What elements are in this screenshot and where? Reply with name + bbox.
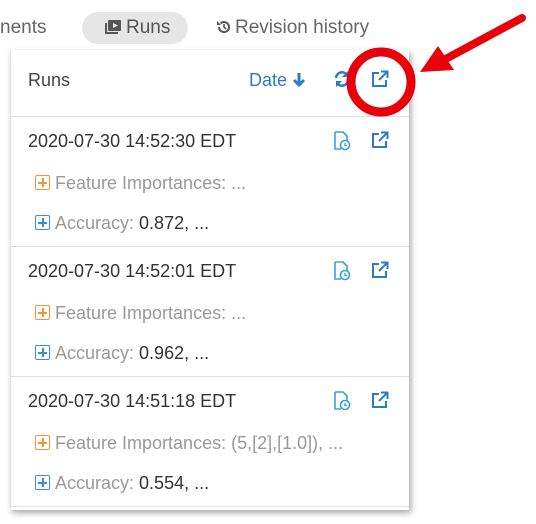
annotation-overlay xyxy=(346,14,526,117)
annotation-arrow xyxy=(436,14,526,66)
highlight-circle xyxy=(346,47,416,117)
